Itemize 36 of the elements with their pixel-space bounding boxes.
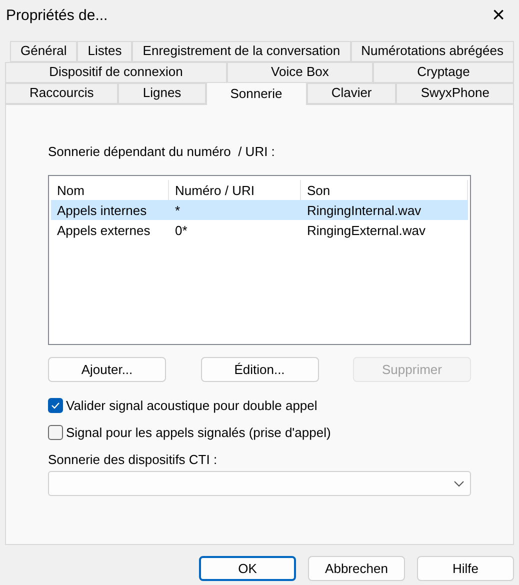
list-cell-text: RingingInternal.wav [306,202,422,218]
tab[interactable]: SwyxPhone [396,83,514,104]
close-button[interactable]: × [488,4,509,26]
list-cell-text: RingingExternal.wav [306,222,427,238]
tab[interactable]: Général [10,41,78,62]
tab[interactable]: Sonnerie [206,82,307,105]
checkbox[interactable] [48,425,63,440]
tab[interactable]: Numérotations abrégées [350,41,514,62]
checkmark-icon [51,402,60,409]
action-button[interactable]: Édition... [200,357,318,382]
tab[interactable]: Lignes [118,83,206,104]
checkbox-label: Signal pour les appels signalés (prise d'appel) [66,425,331,440]
action-button[interactable]: Ajouter... [48,357,166,382]
list-row[interactable]: Appels internes * RingingInternal.wav [51,200,468,220]
checkbox-label: Valider signal acoustique pour double appel [66,398,318,413]
window-title: Propriétés de... [6,6,108,24]
tab[interactable]: Voice Box [226,62,373,83]
list-row[interactable]: Appels externes 0* RingingExternal.wav [51,220,468,240]
dialog-button[interactable]: OK [199,556,296,581]
list-cell-text: 0* [174,222,188,238]
dialog-button[interactable]: Hilfe [417,556,514,581]
tab[interactable]: Raccourcis [5,83,118,104]
combo-label: Sonnerie des dispositifs CTI : [48,452,218,467]
dropdown-field[interactable] [48,471,471,496]
tab[interactable]: Clavier [306,83,396,104]
list-cell-text: * [174,202,182,218]
dialog-button[interactable]: Abbrechen [308,556,405,581]
chevron-down-icon [454,480,464,486]
tab[interactable]: Dispositif de connexion [5,62,227,83]
list-cell-text: Appels externes [56,222,152,238]
tab[interactable]: Enregistrement de la conversation [132,41,351,62]
section-label: Sonnerie dépendant du numéro / URI : [48,144,276,159]
tab[interactable]: Listes [77,41,132,62]
checkbox[interactable] [48,398,63,413]
tab[interactable]: Cryptage [373,62,514,83]
list-cell-text: Appels internes [56,202,148,218]
